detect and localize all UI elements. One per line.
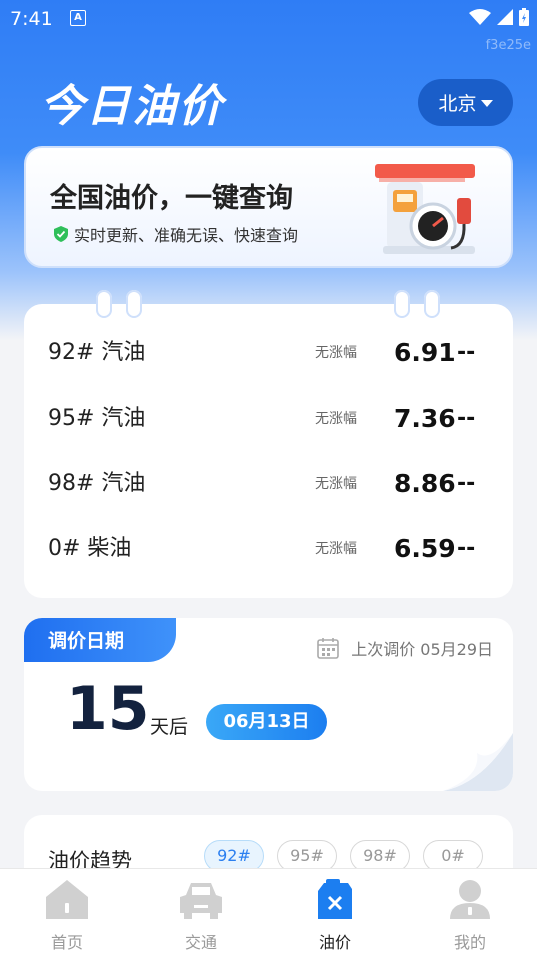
city-label: 北京	[438, 93, 477, 115]
fuel-name: 98# 汽油	[48, 471, 146, 496]
tab-oil-price[interactable]: 油价	[268, 877, 402, 953]
binder-ring	[424, 290, 440, 318]
banner-title: 全国油价，一键查询	[50, 183, 293, 214]
adjust-date-card: 调价日期 上次调价 05月29日 15 天后 06月13日	[24, 618, 513, 791]
signal-icon	[497, 9, 513, 25]
fuel-name: 95# 汽油	[48, 406, 146, 431]
tab-traffic[interactable]: 交通	[134, 877, 268, 953]
binder-ring	[394, 290, 410, 318]
page-title: 今日油价	[40, 81, 224, 132]
price-card: 92# 汽油 无涨幅 6.91 -- 95# 汽油 无涨幅 7.36 -- 98…	[24, 290, 513, 598]
last-adjust-row: 上次调价 05月29日	[317, 636, 493, 660]
status-time: 7:41	[10, 8, 53, 30]
promo-banner: 全国油价，一键查询 实时更新、准确无误、快速查询	[24, 146, 513, 268]
watermark: f3e25e	[485, 38, 531, 53]
bottom-tab-bar: 首页 交通 油价 我的	[0, 868, 537, 955]
city-selector[interactable]: 北京	[418, 79, 513, 126]
fuel-change: --	[457, 471, 476, 496]
price-row-diesel-0: 0# 柴油 无涨幅 6.59 --	[24, 516, 513, 582]
fuel-can-icon	[318, 879, 352, 919]
battery-icon	[519, 8, 529, 26]
shield-check-icon	[54, 226, 68, 242]
tab-label: 首页	[50, 933, 83, 952]
banner-subtitle: 实时更新、准确无误、快速查询	[74, 226, 299, 245]
days-unit: 天后	[150, 716, 189, 738]
tab-home[interactable]: 首页	[0, 877, 134, 953]
status-bar: 7:41 A	[0, 0, 537, 36]
fuel-change: --	[457, 406, 476, 431]
fuel-price: 6.91	[394, 338, 456, 367]
gas-station-illustration	[375, 164, 475, 254]
fuel-price: 8.86	[394, 469, 456, 498]
fuel-price: 7.36	[394, 404, 456, 433]
price-row-95: 95# 汽油 无涨幅 7.36 --	[24, 386, 513, 452]
fuel-name: 92# 汽油	[48, 340, 146, 365]
home-icon	[46, 880, 88, 919]
user-icon	[450, 880, 490, 919]
wifi-icon	[469, 9, 491, 25]
fuel-trend: 无涨幅	[315, 541, 357, 557]
tab-mine[interactable]: 我的	[403, 877, 537, 953]
app-notification-icon: A	[70, 10, 86, 26]
banner-subtitle-row: 实时更新、准确无误、快速查询	[54, 222, 298, 246]
fuel-trend: 无涨幅	[315, 476, 357, 492]
next-adjust-date: 06月13日	[206, 704, 327, 740]
price-row-98: 98# 汽油 无涨幅 8.86 --	[24, 451, 513, 517]
last-adjust-text: 上次调价 05月29日	[351, 640, 493, 659]
fuel-trend: 无涨幅	[315, 345, 357, 361]
tab-label: 我的	[453, 933, 486, 952]
fuel-price: 6.59	[394, 534, 456, 563]
car-icon	[180, 883, 222, 919]
fuel-trend: 无涨幅	[315, 411, 357, 427]
calendar-icon	[317, 638, 339, 659]
days-remaining: 15	[66, 674, 150, 744]
fuel-change: --	[457, 536, 476, 561]
tab-label: 油价	[318, 933, 351, 952]
fuel-name: 0# 柴油	[48, 536, 132, 561]
binder-ring	[126, 290, 142, 318]
fuel-change: --	[457, 340, 476, 365]
price-row-92: 92# 汽油 无涨幅 6.91 --	[24, 320, 513, 386]
tab-label: 交通	[184, 933, 217, 952]
binder-ring	[96, 290, 112, 318]
chevron-down-icon	[480, 100, 493, 107]
adjust-date-tag: 调价日期	[24, 618, 176, 662]
page-curl-decoration	[443, 733, 513, 791]
